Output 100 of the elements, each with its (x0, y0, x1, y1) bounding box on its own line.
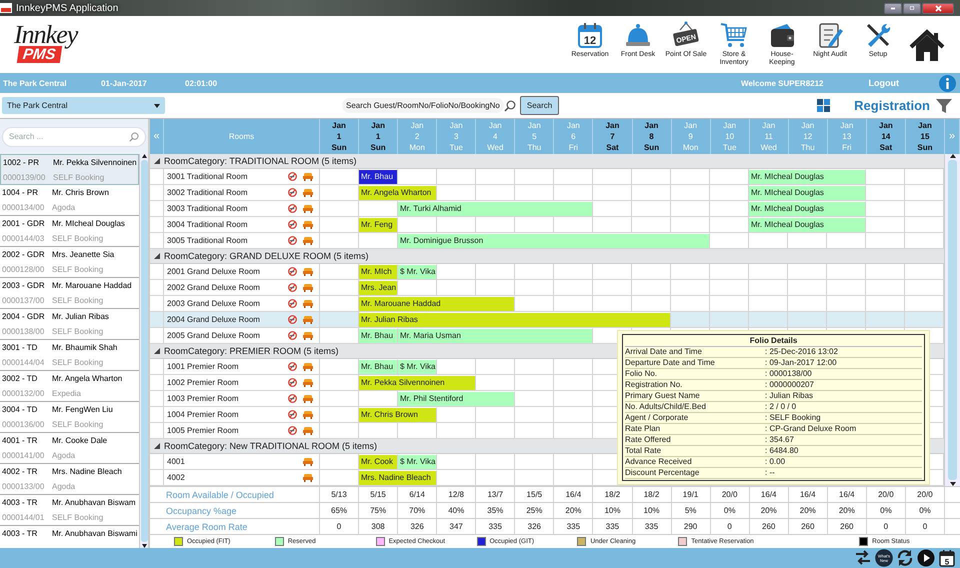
stat-value: 335 (632, 519, 672, 534)
booking-agent: SELF Booking (52, 296, 104, 305)
property-dropdown[interactable]: The Park Central (2, 97, 165, 114)
booking-bar[interactable]: Mr. Pekka Silvennoinen (359, 374, 476, 391)
detail-label: No. Adults/Child/E.Bed (625, 402, 707, 412)
room-row-header[interactable]: 3003 Traditional Room (164, 200, 320, 217)
room-name: 1004 Premier Room (167, 410, 240, 419)
booking-bar[interactable]: Mrs. Nadine Bleach (359, 470, 437, 486)
booking-bar[interactable]: $ Mr. Vika (398, 358, 437, 375)
booking-agent: SELF Booking (52, 420, 104, 429)
guest-room: 4002 - TR (2, 467, 38, 476)
guest-list-item[interactable]: 1002 - PR Mr. Pekka Silvennoinen 0000139/00 SELF Booking (0, 154, 139, 185)
stat-value: 0 (866, 519, 906, 534)
detail-value: : CP-Grand Deluxe Room (765, 424, 858, 434)
detail-value: : 2 / 0 / 0 (765, 402, 798, 412)
guest-room: 3002 - TD (2, 374, 38, 383)
booking-bar[interactable]: Mr. Bhau (359, 358, 398, 375)
booking-bar[interactable]: Mr. MIcheal Douglas (749, 168, 866, 185)
room-name: 2001 Grand Deluxe Room (167, 266, 261, 276)
room-row-header[interactable]: 1004 Premier Room (164, 406, 320, 423)
stat-value: 0 (710, 519, 750, 534)
guest-name: Mr. FengWen Liu (52, 405, 114, 414)
guest-name: Mr. MIcheal Douglas (52, 219, 126, 228)
room-row-header[interactable]: 3002 Traditional Room (164, 184, 320, 201)
window-title: InnkeyPMS Application (16, 2, 118, 14)
booking-bar[interactable]: Mr. MIcheal Douglas (749, 184, 866, 201)
detail-value: : -- (765, 468, 776, 478)
detail-label: Primary Guest Name (625, 391, 701, 401)
booking-bar[interactable]: Mr. Bhau (359, 328, 398, 344)
stat-value: 326 (515, 519, 554, 534)
booking-bar[interactable]: Mr. Julian Ribas (359, 312, 671, 328)
stat-value: 260 (788, 519, 828, 534)
guest-room: 2003 - GDR (2, 281, 46, 290)
stat-value: 260 (750, 519, 789, 534)
room-row-header[interactable]: 3004 Traditional Room (164, 216, 320, 233)
welcome-text: Welcome SUPER8212 (740, 78, 824, 88)
booking-bar[interactable]: Mr. Cook (359, 454, 398, 470)
booking-bar[interactable]: Mr. Bhau (359, 168, 398, 185)
room-row-header[interactable]: 4001 (164, 454, 320, 470)
current-time: 02:01:00 (185, 78, 218, 88)
room-name: 4002 (167, 472, 186, 482)
detail-label: Advance Received (625, 457, 693, 467)
room-row-header[interactable]: 3001 Traditional Room (164, 168, 320, 185)
guest-name: Mrs. Jeanette Sia (52, 250, 116, 259)
room-row-header[interactable]: 2004 Grand Deluxe Room (164, 312, 320, 328)
room-name: 2005 Grand Deluxe Room (167, 330, 261, 340)
category-title: RoomCategory: GRAND DELUXE ROOM (5 items) (164, 250, 369, 261)
booking-agent: SELF Booking (53, 173, 106, 182)
booking-agent: Agoda (52, 203, 76, 212)
booking-bar[interactable]: Mr. Feng (359, 216, 398, 233)
booking-bar[interactable]: Mr. Marouane Haddad (359, 296, 515, 312)
search-button[interactable]: Search (520, 96, 560, 115)
category-header[interactable]: RoomCategory: TRADITIONAL ROOM (5 items) (150, 154, 944, 169)
folio-number: 0000139/00 (3, 173, 46, 182)
stat-label: Average Room Rate (164, 519, 320, 534)
booking-bar[interactable]: Mr. MIch (359, 264, 398, 280)
guest-search-field[interactable]: Search ... (2, 126, 146, 146)
room-name: 4001 (167, 456, 186, 466)
booking-bar[interactable]: Mr. MIcheal Douglas (749, 216, 866, 233)
folio-number: 0000136/00 (2, 420, 46, 429)
booking-bar[interactable]: Mr. MIcheal Douglas (749, 200, 866, 217)
folio-number: 0000138/00 (2, 327, 46, 336)
category-header[interactable]: RoomCategory: GRAND DELUXE ROOM (5 items) (150, 248, 944, 264)
detail-value: : Julian Ribas (765, 391, 814, 401)
booking-bar[interactable]: Mr. Dominigue Brusson (398, 232, 710, 249)
category-title: RoomCategory: New TRADITIONAL ROOM (5 items) (164, 440, 378, 451)
guest-room: 4003 - TR (2, 498, 38, 507)
booking-bar[interactable]: $ Mr. Vika (398, 454, 437, 470)
booking-bar[interactable]: Mr. Angela Wharton (359, 184, 437, 201)
stat-value: 290 (672, 519, 711, 534)
folio-number: 0000133/00 (2, 482, 46, 491)
guest-room: 1002 - PR (3, 158, 40, 167)
guest-room: 3004 - TD (2, 405, 38, 414)
room-name: 1003 Premier Room (167, 394, 240, 403)
booking-bar[interactable]: Mrs. Jean (359, 280, 398, 296)
booking-agent: SELF Booking (52, 265, 104, 274)
room-row-header[interactable]: 1003 Premier Room (164, 390, 320, 407)
room-row-header[interactable]: 1001 Premier Room (164, 358, 320, 375)
calendar-icon[interactable]: 5 (938, 549, 956, 567)
guest-name: Mr. Angela Wharton (52, 374, 124, 383)
booking-bar[interactable]: $ Mr. Vika (398, 264, 437, 280)
room-row-header[interactable]: 2001 Grand Deluxe Room (164, 264, 320, 280)
booking-bar[interactable]: Mr. Turki Alhamid (398, 200, 593, 217)
room-name: 3005 Traditional Room (167, 236, 248, 245)
room-name: 3003 Traditional Room (167, 204, 248, 213)
booking-bar[interactable]: Mr. Chris Brown (359, 406, 437, 423)
guest-room: 4001 - TR (2, 436, 38, 445)
booking-bar[interactable]: Mr. Phil Stentiford (398, 390, 515, 407)
detail-value: : 0000000207 (765, 380, 815, 390)
booking-agent: SELF Booking (52, 327, 104, 336)
folio-number: 0000128/00 (2, 265, 46, 274)
view-title: Registration (854, 98, 930, 113)
booking-bar[interactable]: Mr. Maria Usman (398, 328, 593, 344)
guest-room: 2004 - GDR (2, 312, 46, 321)
room-name: 3001 Traditional Room (167, 172, 248, 181)
search-label: Search Guest/RoomNo/FolioNo/BookingNo (342, 98, 504, 113)
room-name: 1002 Premier Room (167, 378, 240, 387)
detail-value: : SELF Booking (765, 413, 822, 423)
room-row-header[interactable]: 1002 Premier Room (164, 374, 320, 391)
room-row-header[interactable]: 2002 Grand Deluxe Room (164, 280, 320, 296)
